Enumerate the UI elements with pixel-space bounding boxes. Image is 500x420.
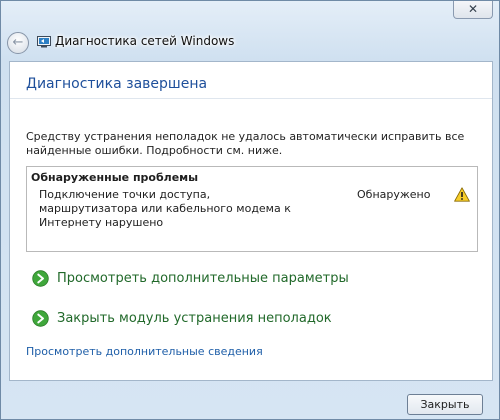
back-button[interactable]: ←	[7, 32, 29, 54]
content-panel: Диагностика завершена Средству устранени…	[9, 61, 493, 381]
network-diagnostics-icon	[37, 36, 51, 48]
close-button[interactable]: Закрыть	[407, 394, 483, 415]
heading-divider	[10, 98, 492, 99]
page-title: Диагностика завершена	[26, 76, 208, 92]
window-title: Диагностика сетей Windows	[55, 34, 235, 48]
problems-title: Обнаруженные проблемы	[31, 171, 199, 184]
action-label: Закрыть модуль устранения неполадок	[57, 310, 332, 326]
warning-icon	[454, 187, 470, 202]
problem-status: Обнаружено	[357, 188, 431, 201]
close-troubleshooter-link[interactable]: Закрыть модуль устранения неполадок	[32, 307, 332, 329]
green-arrow-icon	[32, 309, 49, 327]
back-arrow-icon: ←	[12, 35, 24, 50]
window-close-button[interactable]: ✕	[453, 1, 493, 19]
description-text: Средству устранения неполадок не удалось…	[26, 130, 465, 157]
dialog-window: ✕ ← Диагностика сетей Windows Диагностик…	[0, 0, 500, 420]
action-label: Просмотреть дополнительные параметры	[57, 270, 349, 286]
view-additional-options-link[interactable]: Просмотреть дополнительные параметры	[32, 267, 349, 289]
problems-box: Обнаруженные проблемы Подключение точки …	[26, 166, 478, 252]
view-details-link[interactable]: Просмотреть дополнительные сведения	[26, 345, 263, 358]
problem-description: Подключение точки доступа, маршрутизатор…	[39, 188, 291, 229]
title-bar: ✕ ← Диагностика сетей Windows	[1, 1, 499, 54]
green-arrow-icon	[32, 269, 49, 287]
